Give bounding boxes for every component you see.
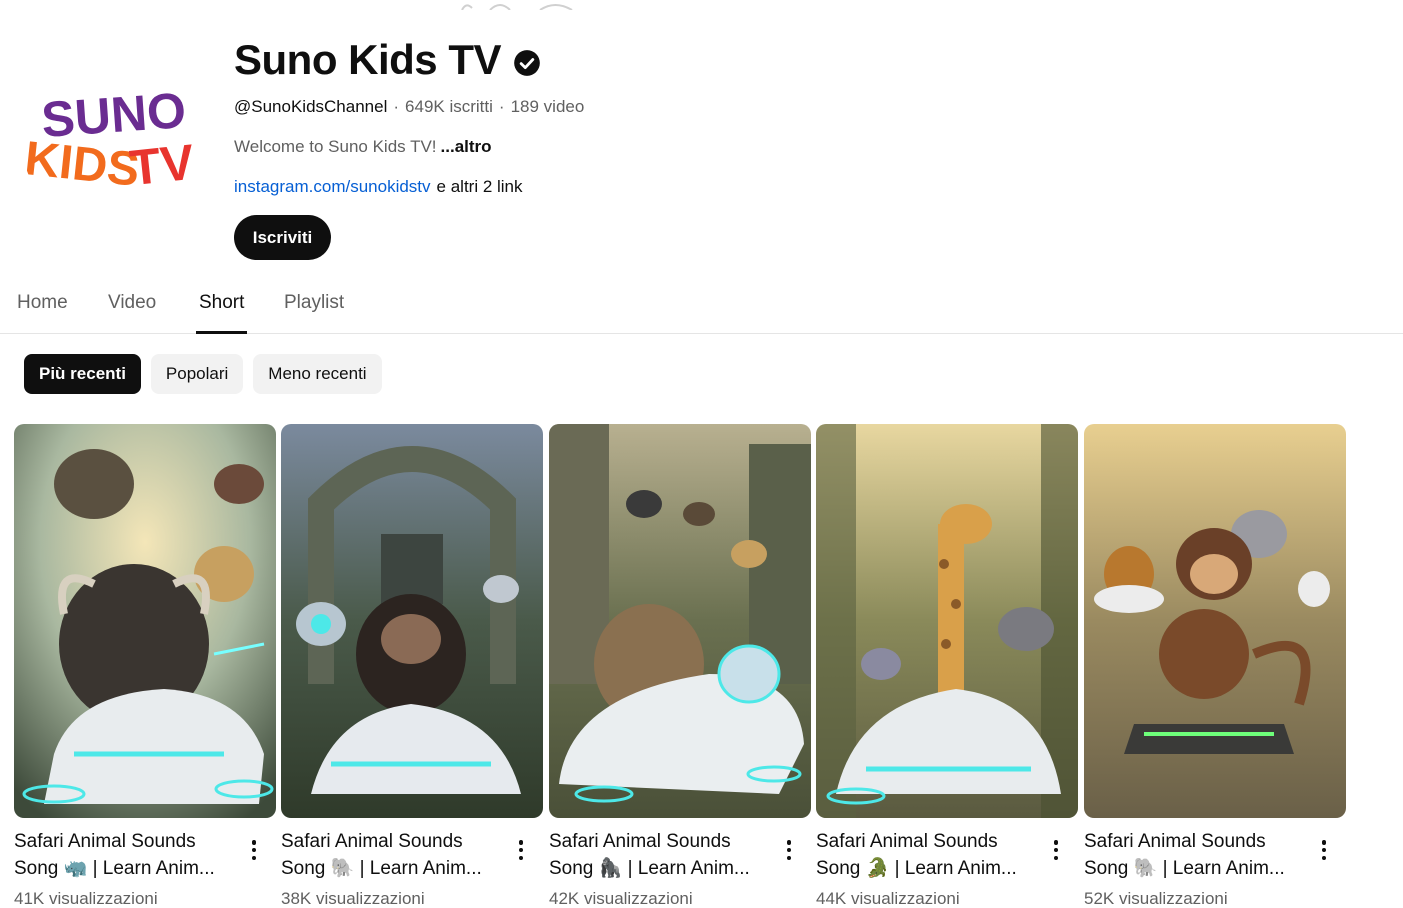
short-title-line: Safari Animal Sounds — [549, 831, 731, 852]
chip-oldest[interactable]: Meno recenti — [253, 354, 382, 394]
short-title-line: Safari Animal Sounds — [281, 831, 463, 852]
more-links-button[interactable]: e altri 2 link — [437, 177, 523, 196]
chip-most-recent[interactable]: Più recenti — [24, 354, 141, 394]
short-card[interactable]: Safari Animal Sounds Song 🐘 | Learn Anim… — [281, 424, 543, 908]
channel-avatar[interactable]: SUNO KIDS TV — [22, 50, 204, 232]
subscriber-count: 649K iscritti — [405, 97, 493, 116]
channel-tabs: Home Video Short Playlist — [0, 278, 1403, 334]
more-button[interactable]: ...altro — [441, 137, 492, 156]
channel-meta: @SunoKidsChannel · 649K iscritti · 189 video — [234, 97, 584, 117]
short-title[interactable]: Safari Animal Sounds Song 🦍 | Learn Anim… — [549, 828, 779, 882]
tab-video[interactable]: Video — [108, 292, 156, 334]
chip-popular[interactable]: Popolari — [150, 354, 244, 394]
meta-separator: · — [393, 97, 400, 116]
short-views: 41K visualizzazioni — [14, 889, 158, 908]
more-options-icon[interactable] — [1316, 837, 1332, 863]
short-thumbnail[interactable] — [549, 424, 811, 818]
tab-playlist[interactable]: Playlist — [284, 292, 344, 334]
short-thumbnail[interactable] — [1084, 424, 1346, 818]
short-title-line: Song 🐊 | Learn Anim... — [816, 858, 1017, 879]
channel-links: instagram.com/sunokidstv e altri 2 link — [234, 177, 523, 197]
short-title-line: Safari Animal Sounds — [816, 831, 998, 852]
meta-separator: · — [498, 97, 505, 116]
short-views: 52K visualizzazioni — [1084, 889, 1228, 908]
short-views: 38K visualizzazioni — [281, 889, 425, 908]
instagram-link[interactable]: instagram.com/sunokidstv — [234, 177, 431, 196]
short-title-line: Song 🐘 | Learn Anim... — [1084, 858, 1285, 879]
channel-description[interactable]: Welcome to Suno Kids TV! ...altro — [234, 137, 492, 157]
short-views: 44K visualizzazioni — [816, 889, 960, 908]
monkey-driving-kart-thumbnail — [1084, 424, 1346, 818]
short-title-line: Song 🦏 | Learn Anim... — [14, 858, 215, 879]
subscribe-button[interactable]: Iscriviti — [234, 215, 331, 260]
svg-text:TV: TV — [127, 134, 197, 196]
svg-text:KIDS: KIDS — [22, 132, 142, 197]
short-card[interactable]: Safari Animal Sounds Song 🦏 | Learn Anim… — [14, 424, 276, 908]
short-title-line: Song 🐘 | Learn Anim... — [281, 858, 482, 879]
chimp-driving-car-thumbnail — [281, 424, 543, 818]
giraffe-driving-car-thumbnail — [816, 424, 1078, 818]
short-thumbnail[interactable] — [281, 424, 543, 818]
sort-chips: Più recenti Popolari Meno recenti — [24, 354, 382, 394]
more-options-icon[interactable] — [781, 837, 797, 863]
short-title[interactable]: Safari Animal Sounds Song 🐊 | Learn Anim… — [816, 828, 1046, 882]
channel-header: SUNO KIDS TV Suno Kids TV @SunoKidsChann… — [0, 0, 1403, 270]
channel-handle[interactable]: @SunoKidsChannel — [234, 97, 387, 116]
channel-logo: SUNO KIDS TV — [22, 82, 197, 197]
short-views: 42K visualizzazioni — [549, 889, 693, 908]
channel-name-text: Suno Kids TV — [234, 36, 502, 83]
short-title[interactable]: Safari Animal Sounds Song 🐘 | Learn Anim… — [1084, 828, 1314, 882]
more-options-icon[interactable] — [246, 837, 262, 863]
channel-title: Suno Kids TV — [234, 36, 541, 84]
short-title-line: Safari Animal Sounds — [1084, 831, 1266, 852]
video-count: 189 video — [510, 97, 585, 116]
tab-short[interactable]: Short — [196, 292, 248, 334]
short-thumbnail[interactable] — [14, 424, 276, 818]
short-card[interactable]: Safari Animal Sounds Song 🐊 | Learn Anim… — [816, 424, 1078, 908]
description-text: Welcome to Suno Kids TV! — [234, 137, 437, 156]
more-options-icon[interactable] — [1048, 837, 1064, 863]
short-title[interactable]: Safari Animal Sounds Song 🐘 | Learn Anim… — [281, 828, 511, 882]
buffalo-driving-car-thumbnail — [14, 424, 276, 818]
short-card[interactable]: Safari Animal Sounds Song 🐘 | Learn Anim… — [1084, 424, 1346, 908]
more-options-icon[interactable] — [513, 837, 529, 863]
short-thumbnail[interactable] — [816, 424, 1078, 818]
short-title-line: Safari Animal Sounds — [14, 831, 196, 852]
short-title-line: Song 🦍 | Learn Anim... — [549, 858, 750, 879]
hyena-driving-car-thumbnail — [549, 424, 811, 818]
short-card[interactable]: Safari Animal Sounds Song 🦍 | Learn Anim… — [549, 424, 811, 908]
short-title[interactable]: Safari Animal Sounds Song 🦏 | Learn Anim… — [14, 828, 244, 882]
tab-home[interactable]: Home — [17, 292, 68, 334]
verified-badge-icon — [513, 49, 541, 77]
